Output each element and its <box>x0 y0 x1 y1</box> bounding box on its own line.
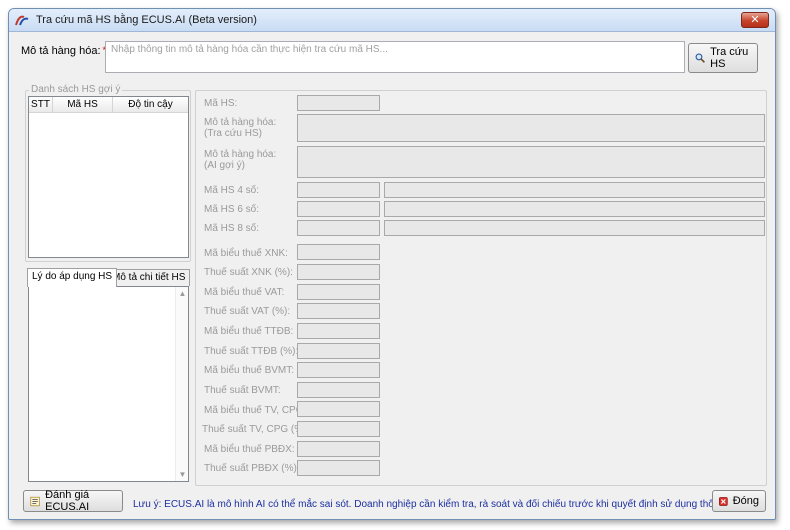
search-label: Mô tả hàng hóa:* <box>21 45 106 57</box>
field-thue-suat-ttdb <box>297 343 380 359</box>
field-ma-bieu-pbdx <box>297 441 380 457</box>
label-mo-ta-ai: Mô tả hàng hóa: (AI gợi ý) <box>204 149 276 171</box>
field-ma-hs-6 <box>297 201 380 217</box>
label-ma-bieu-bvmt: Mã biểu thuế BVMT: <box>204 365 295 376</box>
suggestions-grid[interactable]: STT Mã HS Độ tin cậy <box>28 96 189 258</box>
disclaimer-note: Lưu ý: ECUS.AI là mô hình AI có thể mắc … <box>133 499 762 510</box>
field-ma-bieu-vat <box>297 284 380 300</box>
tab-panel-content[interactable]: ▲ ▼ <box>28 286 189 482</box>
scroll-up-icon[interactable]: ▲ <box>178 289 187 298</box>
tab-mo-ta-chi-tiet[interactable]: Mô tả chi tiết HS <box>107 269 191 286</box>
field-ma-hs-8 <box>297 220 380 236</box>
tab-ly-do-ap-dung[interactable]: Lý do áp dụng HS <box>27 268 118 287</box>
checklist-icon <box>30 496 40 506</box>
search-hs-button[interactable]: Tra cứu HS <box>688 43 758 73</box>
label-ma-bieu-ttdb: Mã biểu thuế TTĐB: <box>204 326 294 337</box>
dialog-window: Tra cứu mã HS bằng ECUS.AI (Beta version… <box>8 8 776 520</box>
window-title: Tra cứu mã HS bằng ECUS.AI (Beta version… <box>36 14 257 26</box>
label-ma-bieu-pbdx: Mã biểu thuế PBĐX: <box>204 444 295 455</box>
close-button-label: Đóng <box>732 495 759 507</box>
label-mo-ta-tra-cuu: Mô tả hàng hóa: (Tra cứu HS) <box>204 117 276 139</box>
field-ma-hs-8-desc <box>384 220 765 236</box>
field-ma-hs-4-desc <box>384 182 765 198</box>
label-mo-ta-ai-line1: Mô tả hàng hóa: <box>204 149 277 160</box>
label-ma-bieu-tv: Mã biểu thuế TV, CPG: <box>204 405 307 416</box>
field-mo-ta-ai <box>297 146 765 178</box>
search-label-text: Mô tả hàng hóa: <box>21 45 101 57</box>
search-hs-button-label: Tra cứu HS <box>710 46 749 70</box>
field-thue-suat-bvmt <box>297 382 380 398</box>
ecus-logo-icon <box>15 15 29 26</box>
field-ma-hs-6-desc <box>384 201 765 217</box>
label-thue-suat-pbdx: Thuế suất PBĐX (%): <box>204 463 300 474</box>
label-thue-suat-vat: Thuế suất VAT (%): <box>204 306 291 317</box>
label-thue-suat-tv: Thuế suất TV, CPG (%): <box>202 424 310 435</box>
column-header-stt[interactable]: STT <box>29 97 53 112</box>
label-thue-suat-ttdb: Thuế suất TTĐB (%): <box>204 346 299 357</box>
grid-header: STT Mã HS Độ tin cậy <box>29 97 188 113</box>
label-ma-bieu-vat: Mã biểu thuế VAT: <box>204 287 285 298</box>
field-ma-bieu-xnk <box>297 244 380 260</box>
magnifier-icon <box>695 53 705 63</box>
rate-ecus-ai-button[interactable]: Đánh giá ECUS.AI <box>23 489 123 513</box>
column-header-do-tin-cay[interactable]: Độ tin cậy <box>113 97 188 112</box>
field-mo-ta-tra-cuu <box>297 114 765 142</box>
label-mo-ta-ai-line2: (AI gợi ý) <box>204 160 246 171</box>
field-thue-suat-vat <box>297 303 380 319</box>
scroll-down-icon[interactable]: ▼ <box>178 470 187 479</box>
search-input[interactable] <box>105 41 685 73</box>
rate-ecus-ai-label: Đánh giá ECUS.AI <box>45 489 90 513</box>
label-ma-hs-8: Mã HS 8 số: <box>204 223 260 234</box>
tab-panel-scrollbar[interactable]: ▲ ▼ <box>175 287 188 481</box>
field-ma-hs <box>297 95 380 111</box>
field-thue-suat-xnk <box>297 264 380 280</box>
field-ma-bieu-bvmt <box>297 362 380 378</box>
field-ma-bieu-tv <box>297 401 380 417</box>
field-thue-suat-pbdx <box>297 460 380 476</box>
label-mo-ta-tra-cuu-line2: (Tra cứu HS) <box>204 128 262 139</box>
label-ma-hs: Mã HS: <box>204 98 238 109</box>
title-bar[interactable]: Tra cứu mã HS bằng ECUS.AI (Beta version… <box>9 9 775 32</box>
field-thue-suat-tv <box>297 421 380 437</box>
label-ma-hs-6: Mã HS 6 số: <box>204 204 260 215</box>
label-thue-suat-xnk: Thuế suất XNK (%): <box>204 267 293 278</box>
red-x-icon <box>719 496 728 506</box>
label-ma-hs-4: Mã HS 4 số: <box>204 185 260 196</box>
label-ma-bieu-xnk: Mã biểu thuế XNK: <box>204 248 288 259</box>
field-ma-hs-4 <box>297 182 380 198</box>
suggestions-group-title: Danh sách HS gợi ý <box>29 84 123 95</box>
field-ma-bieu-ttdb <box>297 323 380 339</box>
close-button[interactable]: Đóng <box>712 490 766 512</box>
window-close-button[interactable]: ✕ <box>741 12 769 28</box>
label-thue-suat-bvmt: Thuế suất BVMT: <box>204 385 281 396</box>
column-header-ma-hs[interactable]: Mã HS <box>53 97 113 112</box>
label-mo-ta-tra-cuu-line1: Mô tả hàng hóa: <box>204 117 277 128</box>
